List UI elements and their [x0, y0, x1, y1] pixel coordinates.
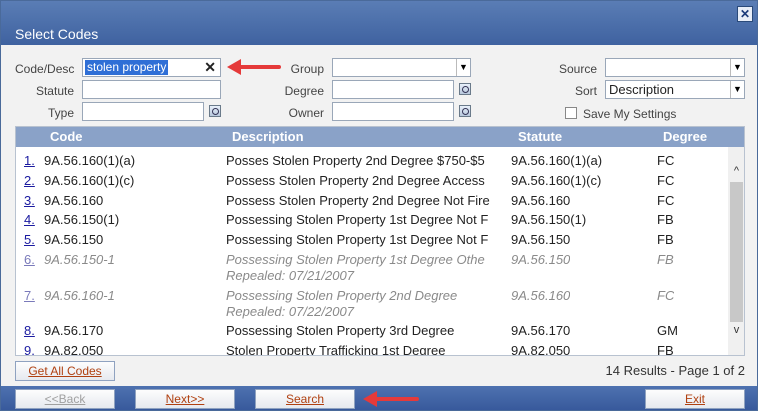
next-button[interactable]: Next>>	[135, 389, 235, 409]
row-statute: 9A.56.150	[511, 232, 571, 247]
row-code: 9A.56.170	[44, 323, 104, 338]
row-code: 9A.56.160	[44, 193, 104, 208]
sort-select[interactable]: Description ▼	[605, 80, 745, 99]
row-description: Possess Stolen Property 2nd Degree Not F…	[226, 193, 490, 208]
type-label: Type	[47, 106, 74, 120]
row-code: 9A.56.160-1	[44, 288, 115, 303]
save-settings-checkbox[interactable]	[565, 107, 577, 119]
sort-value: Description	[609, 82, 675, 97]
degree-label: Degree	[284, 84, 324, 98]
select-codes-dialog: Select Codes ✕ Code/Desc stolen property…	[0, 0, 758, 411]
row-description: Possessing Stolen Property 3rd Degree	[226, 323, 455, 338]
code-desc-input[interactable]: stolen property ✕	[82, 58, 221, 77]
annotation-arrow-icon	[363, 391, 419, 407]
row-code: 9A.82.050	[44, 343, 104, 356]
row-description: Possessing Stolen Property 1st Degree Ot…	[226, 252, 485, 267]
grid-header: Code Description Statute Degree	[16, 127, 744, 147]
row-code: 9A.56.160(1)(a)	[44, 153, 136, 168]
scroll-up-icon[interactable]: ^	[728, 165, 744, 177]
group-select[interactable]: ▼	[332, 58, 471, 77]
code-desc-label: Code/Desc	[15, 62, 75, 76]
row-degree: FB	[657, 232, 674, 247]
row-degree: FC	[657, 173, 675, 188]
row-degree: GM	[657, 323, 678, 338]
row-number-link[interactable]: 2.	[24, 173, 35, 188]
row-statute: 9A.82.050	[511, 343, 571, 356]
column-header-description[interactable]: Description	[232, 129, 304, 144]
row-number-link[interactable]: 9.	[24, 343, 35, 355]
save-settings-label: Save My Settings	[583, 107, 677, 121]
title-bar[interactable]: Select Codes ✕	[1, 1, 757, 45]
row-degree: FC	[657, 288, 675, 303]
row-description: Posses Stolen Property 2nd Degree $750-$…	[226, 153, 485, 168]
results-grid: Code Description Statute Degree 1. 9A.56…	[15, 126, 745, 356]
row-number-link[interactable]: 6.	[24, 252, 35, 267]
row-degree: FB	[657, 252, 674, 267]
column-header-degree[interactable]: Degree	[663, 129, 707, 144]
row-number-link[interactable]: 8.	[24, 323, 35, 338]
search-button[interactable]: Search	[255, 389, 355, 409]
row-statute: 9A.56.150(1)	[511, 212, 587, 227]
get-all-codes-button[interactable]: Get All Codes	[15, 361, 115, 381]
row-degree: FB	[657, 343, 674, 356]
source-label: Source	[558, 62, 597, 76]
type-lookup-icon[interactable]	[209, 105, 221, 117]
owner-label: Owner	[288, 106, 324, 120]
row-statute: 9A.56.170	[511, 323, 571, 338]
column-header-code[interactable]: Code	[50, 129, 83, 144]
footer-bar: <<Back Next>> Search Exit	[1, 386, 757, 410]
row-statute: 9A.56.160(1)(c)	[511, 173, 602, 188]
row-repealed-note: Repealed: 07/21/2007	[226, 268, 354, 283]
row-statute: 9A.56.150	[511, 252, 571, 267]
row-description: Possessing Stolen Property 2nd Degree	[226, 288, 458, 303]
dialog-title: Select Codes	[15, 26, 99, 42]
code-desc-value: stolen property	[85, 60, 169, 75]
row-description: Possessing Stolen Property 1st Degree No…	[226, 232, 489, 247]
close-icon[interactable]: ✕	[737, 6, 753, 22]
owner-lookup-icon[interactable]	[459, 105, 471, 117]
statute-label: Statute	[35, 84, 74, 98]
column-header-statute[interactable]: Statute	[518, 129, 562, 144]
group-label: Group	[290, 62, 324, 76]
row-degree: FB	[657, 212, 674, 227]
row-degree: FC	[657, 153, 675, 168]
back-button[interactable]: <<Back	[15, 389, 115, 409]
row-statute: 9A.56.160	[511, 288, 571, 303]
sort-label: Sort	[574, 84, 597, 98]
dropdown-arrow-icon: ▼	[456, 59, 470, 76]
scroll-thumb[interactable]	[730, 182, 743, 322]
row-number-link[interactable]: 4.	[24, 212, 35, 227]
dropdown-arrow-icon: ▼	[730, 59, 744, 76]
row-number-link[interactable]: 7.	[24, 288, 35, 303]
row-description: Possessing Stolen Property 1st Degree No…	[226, 212, 489, 227]
row-number-link[interactable]: 3.	[24, 193, 35, 208]
row-number-link[interactable]: 5.	[24, 232, 35, 247]
row-repealed-note: Repealed: 07/22/2007	[226, 304, 354, 319]
row-statute: 9A.56.160	[511, 193, 571, 208]
dropdown-arrow-icon: ▼	[730, 81, 744, 98]
clear-icon[interactable]: ✕	[204, 59, 216, 76]
vertical-scrollbar[interactable]: ^ v	[728, 147, 744, 355]
degree-input[interactable]	[332, 80, 454, 99]
row-code: 9A.56.160(1)(c)	[44, 173, 135, 188]
source-select[interactable]: ▼	[605, 58, 745, 77]
row-code: 9A.56.150-1	[44, 252, 115, 267]
statute-input[interactable]	[82, 80, 221, 99]
row-code: 9A.56.150	[44, 232, 104, 247]
row-degree: FC	[657, 193, 675, 208]
row-description: Possess Stolen Property 2nd Degree Acces…	[226, 173, 485, 188]
row-description: Stolen Property Trafficking 1st Degree	[226, 343, 446, 356]
degree-lookup-icon[interactable]	[459, 83, 471, 95]
row-statute: 9A.56.160(1)(a)	[511, 153, 603, 168]
exit-button[interactable]: Exit	[645, 389, 745, 409]
scroll-down-icon[interactable]: v	[728, 324, 744, 336]
row-code: 9A.56.150(1)	[44, 212, 120, 227]
type-input[interactable]	[82, 102, 204, 121]
results-count: 14 Results - Page 1 of 2	[605, 363, 745, 378]
owner-input[interactable]	[332, 102, 454, 121]
row-number-link[interactable]: 1.	[24, 153, 35, 168]
